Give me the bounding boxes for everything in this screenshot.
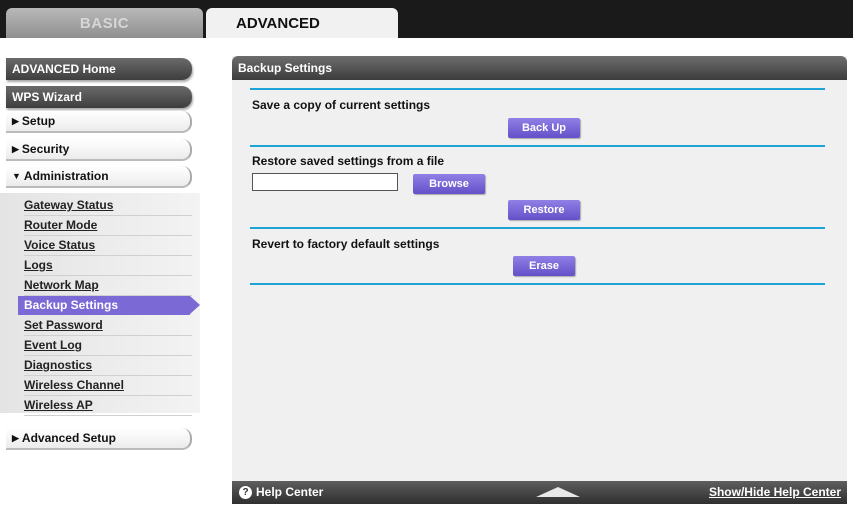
nav-administration[interactable]: ▼ Administration xyxy=(6,166,192,188)
sidebar-item-diagnostics[interactable]: Diagnostics xyxy=(24,356,192,376)
help-center-label[interactable]: Help Center xyxy=(256,485,323,499)
sidebar-item-logs[interactable]: Logs xyxy=(24,256,192,276)
tab-basic[interactable]: BASIC xyxy=(6,8,203,38)
sidebar-item-network-map[interactable]: Network Map xyxy=(24,276,192,296)
restore-button[interactable]: Restore xyxy=(508,200,580,220)
revert-section-label: Revert to factory default settings xyxy=(252,237,440,251)
browse-button[interactable]: Browse xyxy=(413,174,485,194)
help-center-bar: ? Help Center Show/Hide Help Center xyxy=(232,481,847,504)
restore-section-label: Restore saved settings from a file xyxy=(252,154,445,168)
nav-security[interactable]: ▶ Security xyxy=(6,139,192,161)
sidebar-item-wireless-channel[interactable]: Wireless Channel xyxy=(24,376,192,396)
sidebar-item-wireless-ap[interactable]: Wireless AP xyxy=(24,396,192,416)
nav-advanced-setup[interactable]: ▶ Advanced Setup xyxy=(6,428,192,450)
erase-button[interactable]: Erase xyxy=(513,256,575,276)
caret-down-icon: ▼ xyxy=(12,171,21,181)
sidebar-item-router-mode[interactable]: Router Mode xyxy=(24,216,192,236)
help-icon[interactable]: ? xyxy=(239,486,252,499)
section-divider xyxy=(250,283,825,285)
section-divider xyxy=(250,227,825,229)
nav-advanced-setup-label: Advanced Setup xyxy=(21,431,116,445)
sidebar-item-set-password[interactable]: Set Password xyxy=(24,316,192,336)
section-divider xyxy=(250,145,825,147)
nav-advanced-home[interactable]: ADVANCED Home xyxy=(6,58,192,80)
top-tab-bar: BASIC ADVANCED xyxy=(0,0,853,38)
nav-administration-label: Administration xyxy=(23,169,109,183)
expand-arrow-icon[interactable] xyxy=(536,487,580,497)
section-divider xyxy=(250,88,825,90)
sidebar-item-event-log[interactable]: Event Log xyxy=(24,336,192,356)
tab-advanced[interactable]: ADVANCED xyxy=(206,8,398,38)
backup-button[interactable]: Back Up xyxy=(508,118,580,138)
sidebar: ADVANCED Home WPS Wizard ▶ Setup ▶ Secur… xyxy=(0,38,226,508)
caret-right-icon: ▶ xyxy=(12,143,19,154)
main-panel: Backup Settings Save a copy of current s… xyxy=(232,56,847,504)
active-pointer-arrow xyxy=(190,296,200,314)
show-hide-help-link[interactable]: Show/Hide Help Center xyxy=(709,485,841,499)
sidebar-item-gateway-status[interactable]: Gateway Status xyxy=(24,196,192,216)
sidebar-item-voice-status[interactable]: Voice Status xyxy=(24,236,192,256)
page-title: Backup Settings xyxy=(232,56,847,80)
nav-security-label: Security xyxy=(21,142,70,156)
save-section-label: Save a copy of current settings xyxy=(252,98,431,112)
nav-wps-wizard[interactable]: WPS Wizard xyxy=(6,86,192,108)
caret-right-icon: ▶ xyxy=(12,115,19,126)
administration-submenu: Gateway Status Router Mode Voice Status … xyxy=(0,193,200,416)
restore-file-input[interactable] xyxy=(252,173,398,191)
nav-setup[interactable]: ▶ Setup xyxy=(6,111,192,133)
caret-right-icon: ▶ xyxy=(12,432,19,443)
nav-setup-label: Setup xyxy=(21,114,56,128)
sidebar-item-backup-settings[interactable]: Backup Settings xyxy=(18,296,190,315)
